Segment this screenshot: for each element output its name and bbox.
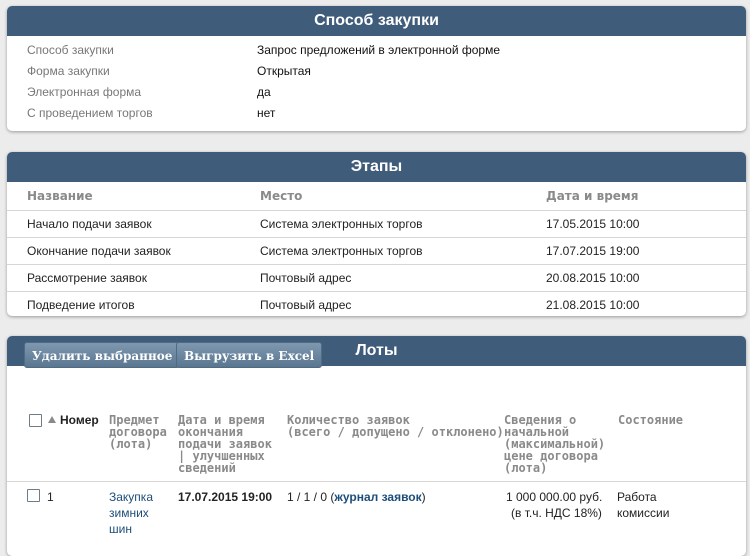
stage-datetime: 21.08.2015 10:00: [546, 298, 640, 312]
lot-number: 1: [47, 490, 54, 504]
stages-title: Этапы: [7, 152, 746, 182]
lot-vat: (в т.ч. НДС 18%): [511, 506, 602, 520]
select-all-checkbox[interactable]: [29, 414, 42, 427]
stages-header-row: Название Место Дата и время: [7, 182, 746, 210]
row-divider: [7, 481, 746, 482]
applications-journal-link[interactable]: журнал заявок: [334, 490, 421, 504]
column-header-status: Состояние: [618, 413, 684, 427]
stage-name: Подведение итогов: [27, 298, 135, 312]
column-header-price: Сведения о начальной (максимальной) цене…: [504, 413, 606, 475]
column-header-place: Место: [260, 189, 303, 203]
table-row: Окончание подачи заявок Система электрон…: [7, 237, 746, 264]
procurement-row-label: Форма закупки: [27, 64, 110, 78]
procurement-row-value: Запрос предложений в электронной форме: [257, 43, 501, 57]
procurement-row-value: да: [257, 85, 271, 99]
stage-place: Почтовый адрес: [260, 271, 352, 285]
procurement-row-value: Открытая: [257, 64, 311, 78]
procurement-row-label: Электронная форма: [27, 85, 142, 99]
row-select-checkbox[interactable]: [27, 489, 40, 502]
table-row: Начало подачи заявок Система электронных…: [7, 210, 746, 237]
procurement-row: Электронная форма да: [7, 82, 746, 103]
lot-deadline: 17.07.2015 19:00: [178, 490, 273, 504]
lot-subject-link[interactable]: Закупка зимних шин: [109, 489, 169, 537]
lot-applications: 1 / 1 / 0 (журнал заявок): [287, 489, 426, 505]
column-header-datetime: Дата и время: [546, 189, 639, 203]
procurement-method-title: Способ закупки: [7, 6, 746, 36]
stage-name: Рассмотрение заявок: [27, 271, 147, 285]
lot-price: 1 000 000.00 руб.: [506, 490, 603, 504]
procurement-row: С проведением торгов нет: [7, 103, 746, 124]
procurement-row-value: нет: [257, 106, 276, 120]
table-row: Рассмотрение заявок Почтовый адрес 20.08…: [7, 264, 746, 291]
sort-asc-icon[interactable]: [48, 416, 56, 423]
stage-place: Система электронных торгов: [260, 217, 423, 231]
table-row: Подведение итогов Почтовый адрес 21.08.2…: [7, 291, 746, 316]
stage-place: Почтовый адрес: [260, 298, 352, 312]
procurement-method-panel: Способ закупки Способ закупки Запрос пре…: [7, 6, 746, 131]
stage-name: Окончание подачи заявок: [27, 244, 171, 258]
stage-place: Система электронных торгов: [260, 244, 423, 258]
stage-name: Начало подачи заявок: [27, 217, 152, 231]
stage-datetime: 20.08.2015 10:00: [546, 271, 640, 285]
procurement-row: Форма закупки Открытая: [7, 61, 746, 82]
column-header-name: Название: [27, 189, 93, 203]
procurement-row: Способ закупки Запрос предложений в элек…: [7, 40, 746, 61]
column-header-subject: Предмет договора (лота): [109, 413, 167, 451]
applications-close: ): [421, 490, 426, 504]
procurement-row-label: Способ закупки: [27, 43, 114, 57]
stages-panel: Этапы Название Место Дата и время Начало…: [7, 152, 746, 316]
procurement-row-label: С проведением торгов: [27, 106, 153, 120]
column-header-number[interactable]: Номер: [60, 414, 99, 426]
stage-datetime: 17.05.2015 10:00: [546, 217, 640, 231]
column-header-deadline: Дата и время окончания подачи заявок | у…: [178, 413, 272, 475]
lot-status: Работа комиссии: [617, 490, 670, 520]
delete-selected-button[interactable]: Удалить выбранное: [24, 342, 181, 368]
stage-datetime: 17.07.2015 19:00: [546, 244, 640, 258]
column-header-applications: Количество заявок (всего / допущено / от…: [287, 413, 504, 439]
export-excel-button[interactable]: Выгрузить в Excel: [176, 342, 323, 368]
applications-counts: 1 / 1 / 0 (: [287, 490, 335, 504]
